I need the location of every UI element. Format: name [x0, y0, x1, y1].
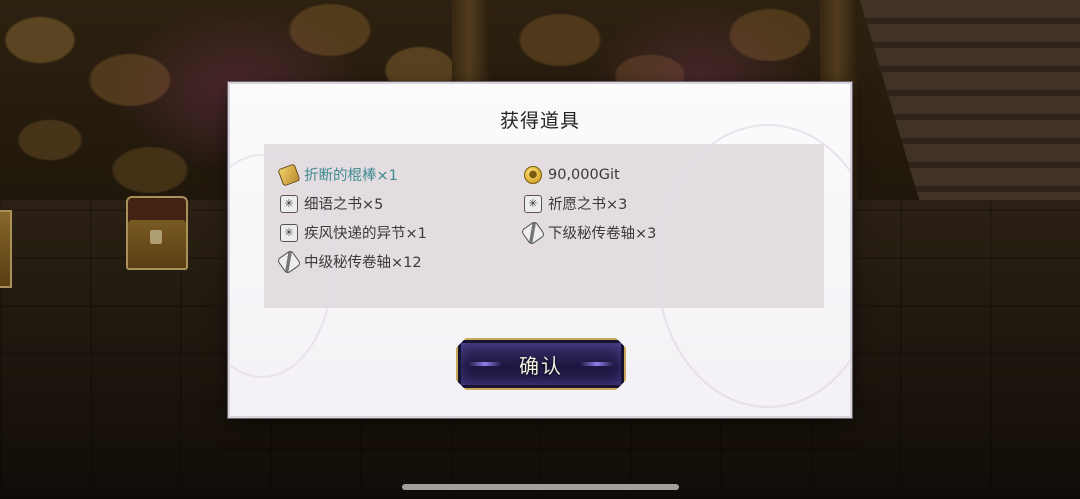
item-entry: ✳ 疾风快递的异节×1	[280, 218, 524, 247]
item-text: 祈愿之书×3	[548, 197, 628, 213]
item-text: 中级秘传卷轴×12	[304, 255, 422, 271]
item-entry: ✳ 祈愿之书×3	[524, 189, 774, 218]
item-entry: 中级秘传卷轴×12	[276, 247, 524, 276]
item-list-panel: 折断的棍棒×1 ● 90,000Git ✳ 细语之书×5 ✳ 祈愿之书×3 ✳ …	[264, 144, 824, 308]
item-entry: 折断的棍棒×1	[277, 160, 524, 189]
home-indicator[interactable]	[402, 484, 679, 490]
item-entry: ● 90,000Git	[524, 160, 774, 189]
coin-icon: ●	[524, 165, 542, 184]
item-entry: 下级秘传卷轴×3	[520, 218, 774, 247]
book-icon: ✳	[524, 194, 542, 213]
scroll-icon	[520, 219, 546, 246]
item-text: 折断的棍棒×1	[304, 168, 398, 184]
stick-icon	[277, 162, 301, 187]
book-icon: ✳	[280, 223, 298, 242]
confirm-button-label: 确认	[519, 353, 563, 378]
item-text: 细语之书×5	[304, 197, 384, 213]
confirm-button[interactable]: 确认	[456, 338, 626, 390]
scroll-icon	[276, 248, 302, 275]
dialog-title: 获得道具	[499, 110, 580, 132]
item-entry: ✳ 细语之书×5	[280, 189, 524, 218]
item-reward-dialog: 获得道具 折断的棍棒×1 ● 90,000Git ✳ 细语之书×5 ✳ 祈愿之书…	[228, 82, 852, 418]
book-icon: ✳	[280, 194, 298, 213]
item-list: 折断的棍棒×1 ● 90,000Git ✳ 细语之书×5 ✳ 祈愿之书×3 ✳ …	[276, 160, 814, 276]
item-text: 下级秘传卷轴×3	[548, 226, 657, 242]
item-text: 疾风快递的异节×1	[304, 226, 427, 242]
item-text: 90,000Git	[548, 166, 620, 183]
